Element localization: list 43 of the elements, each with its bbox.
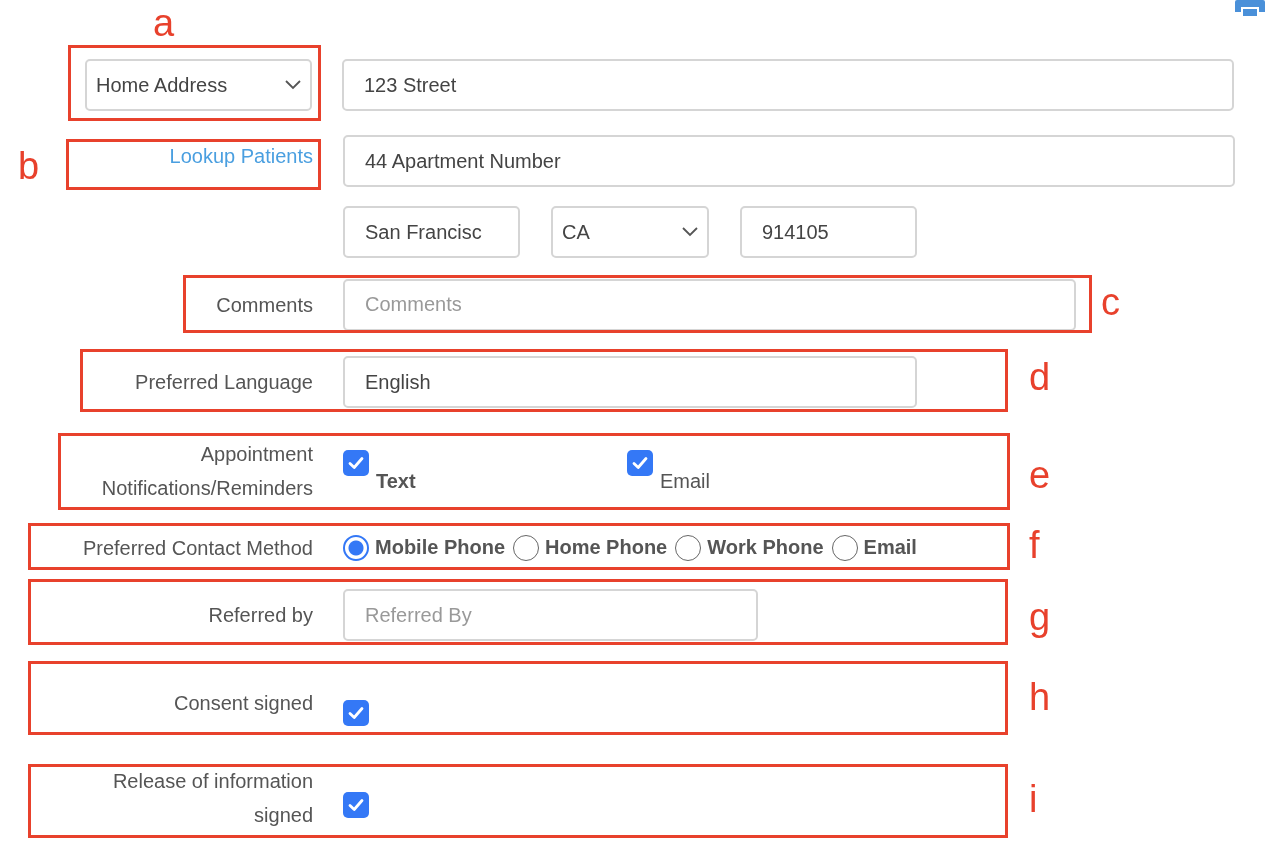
text-field[interactable]: English (343, 356, 917, 408)
radio-button[interactable] (343, 534, 369, 561)
address-type-dropdown[interactable]: Home Address (85, 59, 312, 111)
text-field[interactable]: Comments (343, 278, 1076, 331)
option-label: Home Phone (545, 536, 668, 559)
annotation-letter: c (1101, 280, 1120, 324)
option-label: Mobile Phone (375, 536, 505, 559)
chevron-down-icon (681, 226, 699, 238)
field-label: Preferred Language (134, 370, 313, 395)
field-label: Appointment Notifications/Reminders (100, 442, 313, 501)
checkmark-icon (347, 796, 365, 814)
text-field[interactable]: Referred By (343, 589, 758, 641)
radio-button[interactable] (831, 534, 858, 561)
checkbox[interactable] (343, 449, 369, 476)
annotation-letter: d (1029, 355, 1051, 399)
option-label: Email (660, 469, 710, 493)
chevron-down-icon (284, 79, 302, 91)
field-label: Comments (215, 292, 313, 318)
address-field[interactable]: 44 Apartment Number (343, 135, 1235, 187)
city-field[interactable]: San Francisc (343, 206, 520, 258)
checkbox[interactable] (627, 449, 653, 476)
annotation-letter: i (1029, 777, 1038, 821)
state-dropdown[interactable]: CA (551, 206, 709, 258)
annotation-letter: e (1029, 453, 1051, 497)
checkmark-icon (347, 704, 365, 722)
radio-button[interactable] (675, 534, 702, 561)
checkbox[interactable] (343, 792, 369, 818)
annotation-letter: b (18, 144, 40, 188)
annotation-letter: a (153, 1, 175, 45)
annotation-letter: h (1029, 675, 1051, 719)
option-label: Email (863, 536, 917, 559)
field-label: Preferred Contact Method (81, 535, 313, 561)
option-label: Text (376, 469, 416, 493)
option-label: Work Phone (707, 536, 824, 559)
annotation-letter: g (1029, 595, 1051, 639)
annotation-letter: f (1029, 523, 1040, 567)
checkbox[interactable] (343, 700, 369, 726)
field-label: Release of information signed (111, 768, 313, 828)
field-label: Consent signed (173, 690, 313, 716)
zip-field[interactable]: 914105 (740, 206, 917, 258)
address-field[interactable]: 123 Street (342, 59, 1234, 111)
radio-button[interactable] (513, 534, 539, 561)
field-label: Referred by (207, 603, 313, 628)
